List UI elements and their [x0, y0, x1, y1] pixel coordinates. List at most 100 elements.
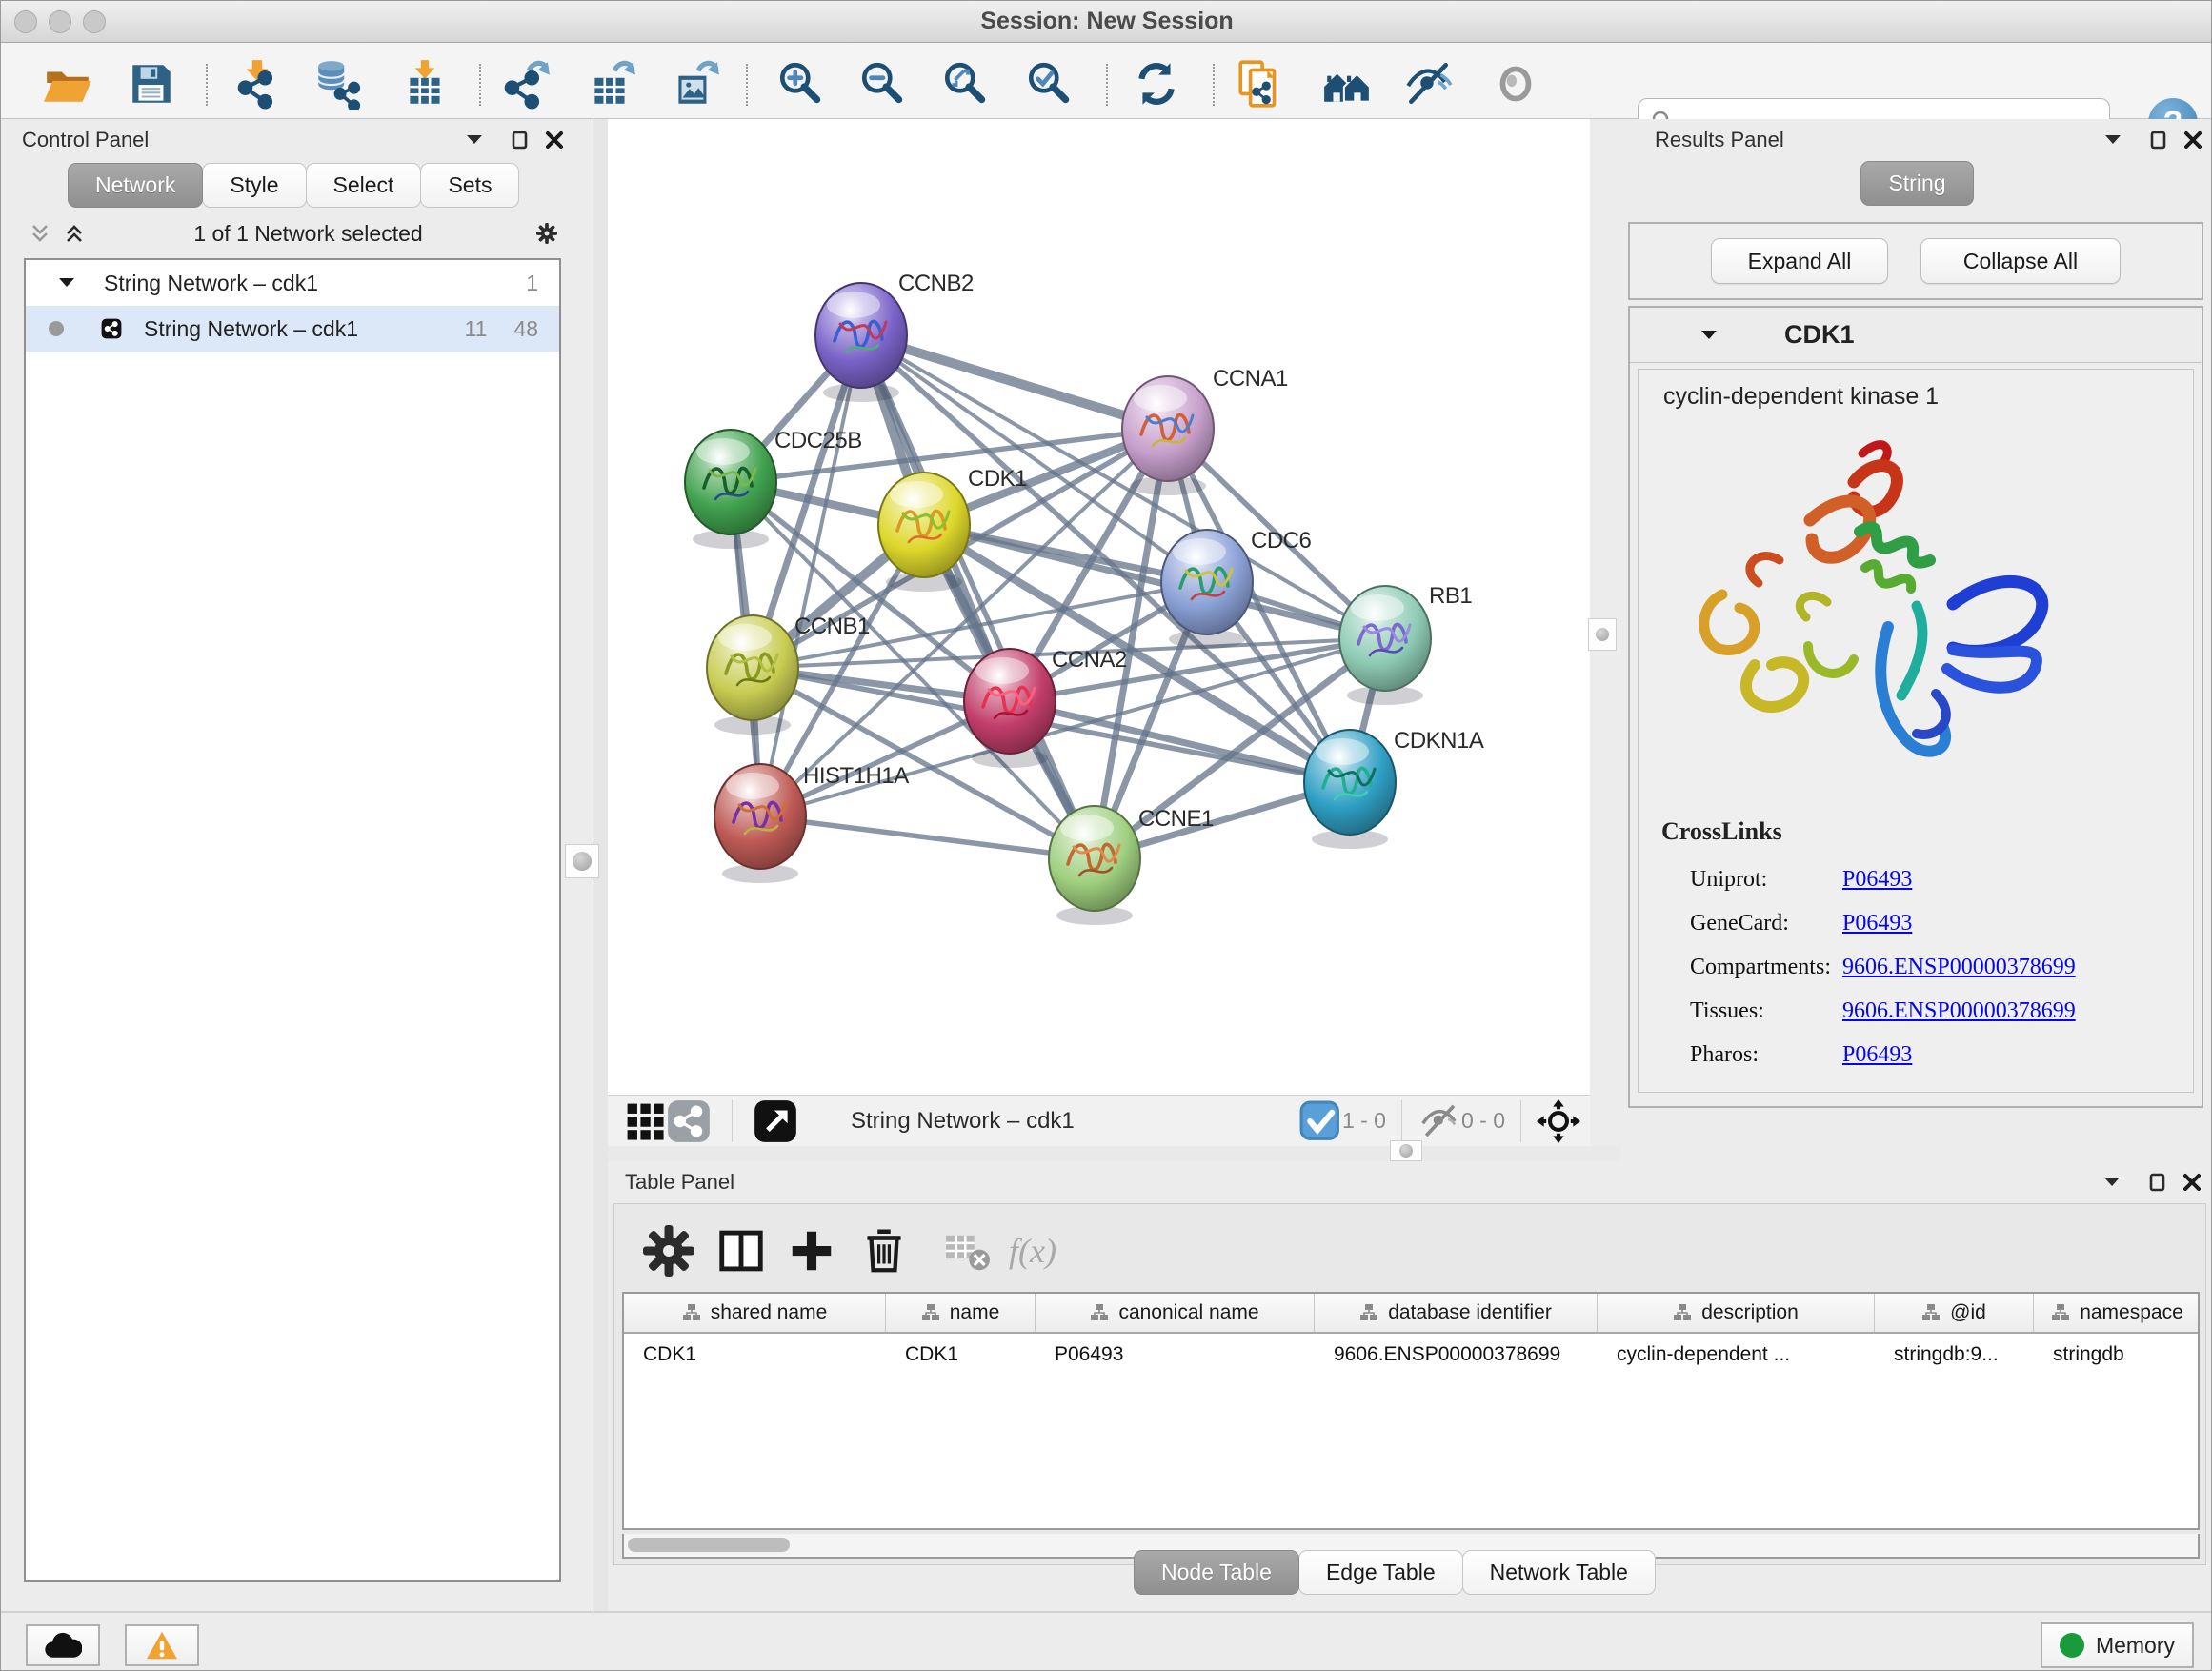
- panel-float-icon[interactable]: [2145, 1170, 2170, 1195]
- zoom-in-icon[interactable]: [771, 56, 832, 111]
- delete-table-icon: [942, 1225, 994, 1277]
- network-overview-icon[interactable]: [667, 1099, 711, 1143]
- panel-close-icon[interactable]: [2181, 128, 2205, 152]
- splitter-handle[interactable]: [1390, 1140, 1422, 1161]
- panel-close-icon[interactable]: [2180, 1170, 2204, 1195]
- panel-menu-icon[interactable]: [462, 128, 487, 152]
- column-header-description[interactable]: description: [1598, 1294, 1875, 1332]
- crosslink-link[interactable]: 9606.ENSP00000378699: [1842, 998, 2076, 1024]
- network-row[interactable]: String Network – cdk1 11 48: [26, 306, 559, 352]
- node-CDKN1A[interactable]: CDKN1A: [1304, 728, 1484, 849]
- selected-checkbox-icon[interactable]: [1298, 1099, 1342, 1143]
- panel-float-icon[interactable]: [508, 128, 533, 152]
- node-CCNB1[interactable]: CCNB1: [707, 614, 870, 735]
- save-session-icon[interactable]: [121, 56, 182, 111]
- panel-float-icon[interactable]: [2146, 128, 2171, 152]
- hidden-eye-icon[interactable]: [1418, 1099, 1461, 1143]
- tab-string[interactable]: String: [1860, 161, 1973, 206]
- node-CCNB2[interactable]: CCNB2: [815, 271, 974, 402]
- node-RB1[interactable]: RB1: [1339, 583, 1472, 705]
- crosslink-link[interactable]: 9606.ENSP00000378699: [1842, 955, 2076, 980]
- table-cell[interactable]: CDK1: [886, 1334, 1036, 1376]
- string-home-icon[interactable]: [1317, 56, 1377, 111]
- crosslink-link[interactable]: P06493: [1842, 911, 1912, 936]
- gear-icon[interactable]: [530, 216, 564, 251]
- zoom-selected-icon[interactable]: [1019, 56, 1080, 111]
- open-session-icon[interactable]: [37, 56, 98, 111]
- export-network-icon[interactable]: [494, 56, 555, 111]
- separator: [1520, 1100, 1521, 1142]
- panel-close-icon[interactable]: [542, 128, 567, 152]
- add-column-icon[interactable]: [786, 1225, 837, 1277]
- hide-selected-icon[interactable]: [1398, 56, 1458, 111]
- import-network-icon[interactable]: [228, 56, 289, 111]
- import-table-icon[interactable]: [395, 56, 456, 111]
- table-cell[interactable]: P06493: [1036, 1334, 1315, 1376]
- show-columns-icon[interactable]: [715, 1225, 767, 1277]
- panel-menu-icon[interactable]: [2100, 1170, 2124, 1195]
- tab-network[interactable]: Network: [68, 163, 203, 208]
- panel-menu-icon[interactable]: [2101, 128, 2125, 152]
- protein-expand-icon[interactable]: [1697, 323, 1721, 348]
- column-header-sharedname[interactable]: shared name: [624, 1294, 886, 1332]
- birdseye-icon[interactable]: [1537, 1099, 1580, 1143]
- hierarchy-icon: [1673, 1303, 1692, 1322]
- node-CCNA1[interactable]: CCNA1: [1122, 366, 1288, 495]
- table-cell[interactable]: stringdb:9...: [1875, 1334, 2034, 1376]
- divider-handle[interactable]: [565, 844, 599, 878]
- table-row[interactable]: CDK1CDK1P064939606.ENSP00000378699cyclin…: [624, 1334, 2198, 1376]
- network-collection-row[interactable]: String Network – cdk1 1: [26, 260, 559, 306]
- node-CCNE1[interactable]: CCNE1: [1049, 806, 1214, 925]
- grid-view-icon[interactable]: [623, 1099, 667, 1143]
- scrollbar-thumb[interactable]: [628, 1538, 790, 1552]
- zoom-out-icon[interactable]: [853, 56, 914, 111]
- collapse-all-button[interactable]: Collapse All: [1920, 238, 2121, 284]
- edge-CCNB2-CCNA1[interactable]: [861, 335, 1168, 429]
- collapse-all-icon[interactable]: [28, 221, 52, 246]
- table-gear-icon[interactable]: [643, 1225, 694, 1277]
- crosslink-link[interactable]: P06493: [1842, 1042, 1912, 1068]
- cloud-button[interactable]: [26, 1624, 100, 1666]
- tab-network-table[interactable]: Network Table: [1462, 1550, 1656, 1595]
- column-header-canonicalname[interactable]: canonical name: [1036, 1294, 1315, 1332]
- warning-button[interactable]: [125, 1624, 199, 1666]
- column-header-name[interactable]: name: [886, 1294, 1036, 1332]
- node-table[interactable]: shared namenamecanonical namedatabase id…: [622, 1292, 2200, 1530]
- tab-node-table[interactable]: Node Table: [1134, 1550, 1299, 1595]
- window-zoom-button[interactable]: [83, 10, 106, 33]
- table-cell[interactable]: CDK1: [624, 1334, 886, 1376]
- protein-card-header[interactable]: CDK1: [1630, 308, 2202, 363]
- export-view-icon[interactable]: [754, 1099, 797, 1143]
- table-cell[interactable]: cyclin-dependent ...: [1598, 1334, 1875, 1376]
- crosslink-link[interactable]: P06493: [1842, 867, 1912, 893]
- delete-column-icon[interactable]: [858, 1225, 910, 1277]
- show-graphics-icon[interactable]: [1485, 56, 1546, 111]
- table-cell[interactable]: 9606.ENSP00000378699: [1315, 1334, 1598, 1376]
- export-table-icon[interactable]: [580, 56, 641, 111]
- column-header-databaseidentifier[interactable]: database identifier: [1315, 1294, 1598, 1332]
- node-CDC25B[interactable]: CDC25B: [685, 428, 862, 549]
- expand-all-button[interactable]: Expand All: [1711, 238, 1888, 284]
- tab-edge-table[interactable]: Edge Table: [1298, 1550, 1463, 1595]
- tab-select[interactable]: Select: [306, 163, 422, 208]
- tab-sets[interactable]: Sets: [420, 163, 519, 208]
- window-minimize-button[interactable]: [49, 10, 71, 33]
- column-header-id[interactable]: @id: [1875, 1294, 2034, 1332]
- network-graph[interactable]: CCNB2CCNA1CDC25BCDK1CDC6RB1CCNB1CCNA2CDK…: [608, 119, 1590, 1095]
- divider-handle-right[interactable]: [1588, 618, 1617, 651]
- network-canvas[interactable]: CCNB2CCNA1CDC25BCDK1CDC6RB1CCNB1CCNA2CDK…: [608, 119, 1590, 1095]
- memory-button[interactable]: Memory: [2041, 1622, 2194, 1668]
- node-label-CDC6: CDC6: [1251, 528, 1311, 554]
- table-cell[interactable]: stringdb: [2034, 1334, 2200, 1376]
- column-header-namespace[interactable]: namespace: [2034, 1294, 2200, 1332]
- share-document-icon[interactable]: [1230, 56, 1291, 111]
- expand-all-icon[interactable]: [62, 221, 87, 246]
- refresh-icon[interactable]: [1126, 56, 1187, 111]
- collection-expand-icon[interactable]: [54, 271, 79, 295]
- zoom-fit-icon[interactable]: [935, 56, 996, 111]
- tab-style[interactable]: Style: [202, 163, 306, 208]
- import-database-icon[interactable]: [308, 56, 369, 111]
- window-close-button[interactable]: [14, 10, 37, 33]
- edge-HIST1H1A-CCNE1[interactable]: [760, 816, 1095, 858]
- export-image-icon[interactable]: [664, 56, 725, 111]
